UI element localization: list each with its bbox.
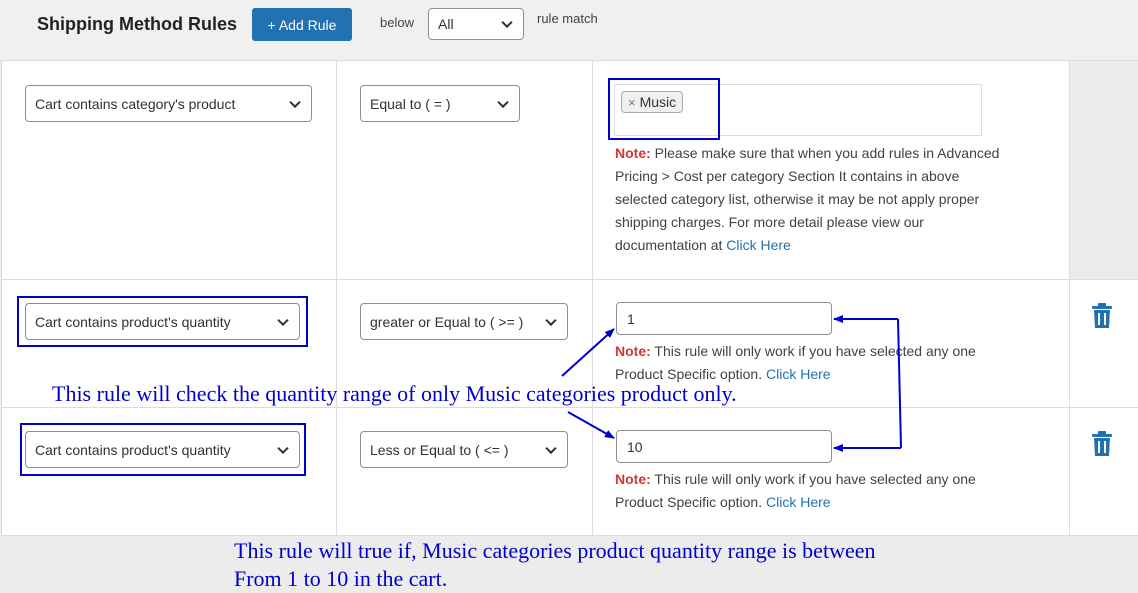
annotation-text-range: This rule will check the quantity range …: [52, 381, 737, 406]
annotation-arrows: [561, 315, 902, 452]
annotation-text-summary-line2: From 1 to 10 in the cart.: [234, 566, 448, 591]
annotation-text-summary-line1: This rule will true if, Music categories…: [234, 538, 876, 563]
